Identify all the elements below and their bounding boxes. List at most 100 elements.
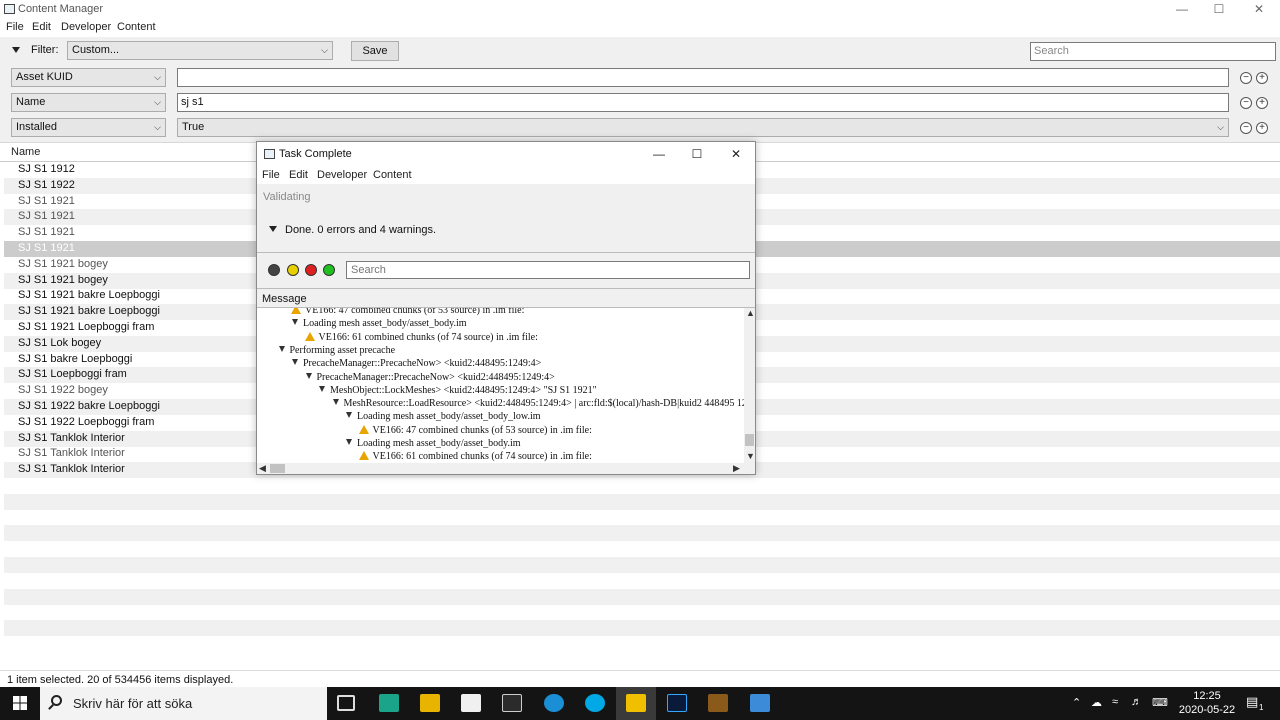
log-node-line[interactable]: MeshResource::LoadResource> <kuid2:44849… — [332, 397, 744, 410]
save-button[interactable]: Save — [351, 41, 399, 61]
empty-row — [4, 604, 1280, 620]
log-node-line[interactable]: Loading mesh asset_body/asset_body.im — [346, 437, 521, 450]
expand-triangle-icon[interactable] — [292, 359, 298, 366]
minimize-button[interactable]: — — [1174, 2, 1190, 16]
done-summary[interactable]: Done. 0 errors and 4 warnings. — [269, 224, 436, 236]
log-text: VE166: 47 combined chunks (of 53 source)… — [372, 424, 592, 436]
dialog-search-input[interactable]: Search — [346, 261, 750, 279]
menu-file[interactable]: File — [6, 21, 24, 33]
list-item-label: SJ S1 1922 bogey — [18, 384, 108, 397]
scroll-thumb[interactable] — [270, 464, 285, 473]
expand-triangle-icon[interactable] — [346, 412, 352, 419]
start-button[interactable] — [0, 687, 40, 720]
log-node-line[interactable]: PrecacheManager::PrecacheNow> <kuid2:448… — [292, 357, 541, 370]
menu-content[interactable]: Content — [117, 21, 156, 33]
list-item-label: SJ S1 1922 bakre Loepboggi — [18, 400, 160, 412]
search-input[interactable]: Search — [1030, 42, 1276, 61]
log-warning-line[interactable]: VE166: 61 combined chunks (of 74 source)… — [358, 450, 592, 463]
empty-row — [4, 636, 1280, 652]
photos-icon[interactable] — [750, 694, 770, 712]
add-filter-icon[interactable]: + — [1256, 72, 1268, 84]
expand-triangle-icon[interactable] — [305, 372, 312, 379]
clock[interactable]: 12:25 2020-05-22 — [1178, 689, 1236, 717]
task-view-icon[interactable] — [337, 695, 355, 711]
filter-value-select[interactable]: True ⌵ — [177, 118, 1229, 137]
notification-icon[interactable]: ▤ — [1246, 694, 1258, 710]
scroll-up-icon[interactable]: ▲ — [746, 308, 755, 318]
keyboard-icon[interactable]: ⌨ — [1152, 696, 1168, 709]
trainz-icon[interactable] — [626, 694, 646, 712]
scroll-right-icon[interactable]: ▶ — [733, 463, 740, 474]
filter-field-select[interactable]: Name ⌵ — [11, 93, 166, 112]
filter-warning-dot-icon[interactable] — [287, 264, 299, 276]
store-icon[interactable] — [461, 694, 481, 712]
volume-icon[interactable]: ♬ — [1131, 696, 1142, 708]
warning-icon — [291, 308, 301, 314]
filter-error-dot-icon[interactable] — [305, 264, 317, 276]
expand-triangle-icon[interactable] — [332, 399, 339, 406]
dialog-menu-edit[interactable]: Edit — [289, 169, 308, 181]
log-node-line[interactable]: Loading mesh asset_body/asset_body_low.i… — [346, 410, 541, 423]
dialog-maximize-button[interactable]: ☐ — [688, 146, 706, 162]
terminal-icon[interactable] — [502, 694, 522, 712]
close-button[interactable]: ✕ — [1251, 2, 1267, 16]
remove-filter-icon[interactable]: − — [1240, 122, 1252, 134]
dialog-close-button[interactable]: ✕ — [727, 146, 745, 162]
collapse-filter-icon[interactable] — [12, 47, 20, 53]
filter-field-select[interactable]: Installed ⌵ — [11, 118, 166, 137]
filter-field-select[interactable]: Asset KUID ⌵ — [11, 68, 166, 87]
vertical-scrollbar[interactable]: ▲ ▼ — [744, 308, 755, 463]
cloud-icon[interactable]: ☁ — [1091, 696, 1102, 709]
add-filter-icon[interactable]: + — [1256, 97, 1268, 109]
dialog-minimize-button[interactable]: — — [650, 146, 668, 162]
expand-triangle-icon[interactable] — [278, 345, 285, 352]
horizontal-scrollbar[interactable]: ◀ ▶ — [257, 463, 744, 474]
file-explorer-icon[interactable] — [420, 694, 440, 712]
dialog-menu-file[interactable]: File — [262, 169, 280, 181]
menu-developer[interactable]: Developer — [61, 21, 111, 33]
empty-row — [4, 557, 1280, 573]
filter-preset-select[interactable]: Custom... ⌵ — [67, 41, 333, 60]
add-filter-icon[interactable]: + — [1256, 122, 1268, 134]
app-brown-icon[interactable] — [708, 694, 728, 712]
filter-value-input[interactable]: sj s1 — [177, 93, 1229, 112]
menu-edit[interactable]: Edit — [32, 21, 51, 33]
expand-triangle-icon[interactable] — [292, 319, 298, 326]
filter-value-input[interactable] — [177, 68, 1229, 87]
log-warning-line[interactable]: VE166: 61 combined chunks (of 74 source)… — [304, 331, 538, 344]
log-node-line[interactable]: Performing asset precache — [278, 344, 395, 357]
log-warning-line[interactable]: VE166: 47 combined chunks (of 53 source)… — [291, 308, 524, 317]
log-text: PrecacheManager::PrecacheNow> <kuid2:448… — [303, 358, 542, 370]
scroll-thumb[interactable] — [745, 434, 754, 446]
log-node-line[interactable]: MeshObject::LockMeshes> <kuid2:448495:12… — [319, 384, 597, 397]
dialog-menu-developer[interactable]: Developer — [317, 169, 367, 181]
maximize-button[interactable]: ☐ — [1211, 2, 1227, 16]
chevron-up-icon[interactable]: ⌃ — [1072, 696, 1081, 709]
photoshop-icon[interactable] — [667, 694, 687, 712]
scroll-down-icon[interactable]: ▼ — [746, 451, 755, 461]
dialog-menu-content[interactable]: Content — [373, 169, 412, 181]
log-node-line[interactable]: Loading mesh asset_body/asset_body.im — [292, 317, 467, 330]
list-item-label: SJ S1 1922 — [18, 178, 75, 191]
filter-all-dot-icon[interactable] — [268, 264, 280, 276]
log-text: VE166: 47 combined chunks (of 53 source)… — [305, 308, 525, 316]
column-name-header[interactable]: Name — [11, 146, 40, 158]
taskbar-search[interactable]: Skriv här för att söka — [40, 687, 327, 720]
wifi-icon[interactable]: ≈ — [1112, 696, 1118, 708]
app-green-icon[interactable] — [379, 694, 399, 712]
expand-triangle-icon[interactable] — [319, 385, 325, 392]
remove-filter-icon[interactable]: − — [1240, 97, 1252, 109]
skype-icon[interactable] — [585, 694, 605, 712]
message-column-header[interactable]: Message — [257, 288, 755, 308]
remove-filter-icon[interactable]: − — [1240, 72, 1252, 84]
log-warning-line[interactable]: VE166: 47 combined chunks (of 53 source)… — [358, 424, 592, 437]
scroll-left-icon[interactable]: ◀ — [259, 463, 266, 474]
expand-triangle-icon[interactable] — [346, 439, 352, 445]
filter-ok-dot-icon[interactable] — [323, 264, 335, 276]
dialog-title: Task Complete — [279, 148, 352, 160]
dialog-menu-bar: File Edit Developer Content — [257, 166, 755, 184]
log-node-line[interactable]: PrecacheManager::PrecacheNow> <kuid2:448… — [305, 371, 555, 384]
edge-icon[interactable] — [544, 694, 564, 712]
expand-triangle-icon[interactable] — [269, 226, 277, 232]
log-text: Loading mesh asset_body/asset_body.im — [303, 318, 467, 330]
